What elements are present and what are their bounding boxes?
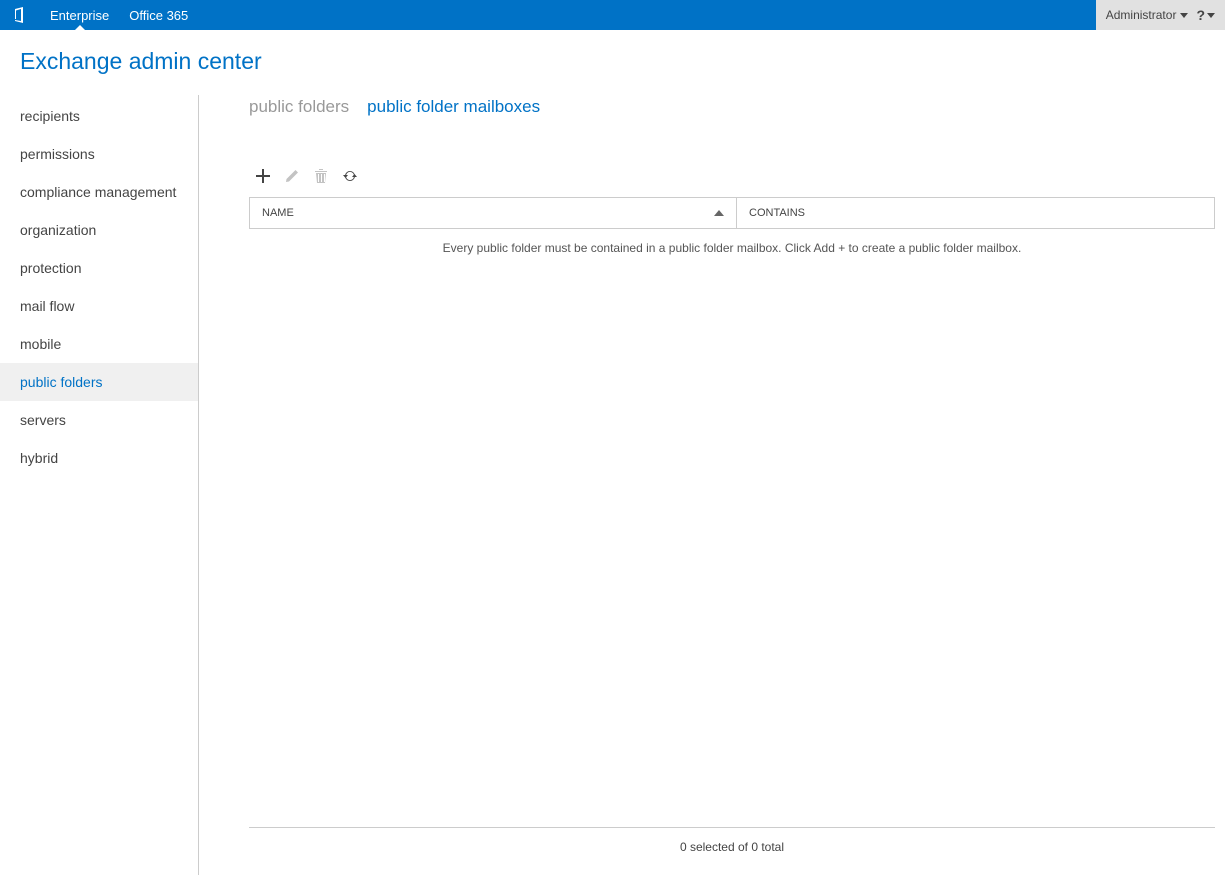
column-header-contains[interactable]: CONTAINS: [737, 198, 1214, 228]
trash-icon: [314, 168, 328, 184]
sidebar-item-label: recipients: [20, 108, 80, 124]
add-button[interactable]: [254, 167, 272, 185]
delete-button[interactable]: [312, 167, 330, 185]
sidebar-item-mobile[interactable]: mobile: [0, 325, 198, 363]
admin-label: Administrator: [1106, 8, 1177, 22]
topbar-tab-label: Office 365: [129, 8, 188, 23]
tab-label: public folders: [249, 97, 349, 116]
sidebar-item-label: mail flow: [20, 298, 74, 314]
status-bar: 0 selected of 0 total: [249, 828, 1215, 866]
sidebar-item-label: protection: [20, 260, 81, 276]
sidebar-item-label: permissions: [20, 146, 95, 162]
sidebar-item-label: public folders: [20, 374, 103, 390]
sidebar-item-mailflow[interactable]: mail flow: [0, 287, 198, 325]
sidebar-item-label: organization: [20, 222, 96, 238]
refresh-button[interactable]: [341, 167, 359, 185]
main-container: recipients permissions compliance manage…: [0, 85, 1225, 875]
topbar-tab-label: Enterprise: [50, 8, 109, 23]
sidebar-item-compliance[interactable]: compliance management: [0, 173, 198, 211]
topbar: Enterprise Office 365 Administrator ?: [0, 0, 1225, 30]
table-header: NAME CONTAINS: [250, 198, 1214, 228]
content: public folders public folder mailboxes N…: [199, 85, 1225, 875]
sidebar-item-permissions[interactable]: permissions: [0, 135, 198, 173]
topbar-left: Enterprise Office 365: [0, 0, 198, 30]
tab-public-folders[interactable]: public folders: [249, 97, 349, 117]
sidebar-item-organization[interactable]: organization: [0, 211, 198, 249]
toolbar: [254, 167, 1215, 185]
topbar-right: Administrator ?: [1096, 0, 1225, 30]
empty-state-message: Every public folder must be contained in…: [249, 229, 1215, 267]
sidebar: recipients permissions compliance manage…: [0, 85, 198, 875]
tab-public-folder-mailboxes[interactable]: public folder mailboxes: [367, 97, 540, 117]
table: NAME CONTAINS: [249, 197, 1215, 229]
app-title: Exchange admin center: [0, 30, 1225, 85]
help-dropdown[interactable]: ?: [1196, 7, 1215, 23]
topbar-tab-office365[interactable]: Office 365: [119, 0, 198, 30]
pencil-icon: [284, 168, 300, 184]
help-icon: ?: [1196, 7, 1205, 23]
sidebar-item-label: compliance management: [20, 184, 176, 200]
plus-icon: [255, 168, 271, 184]
sort-ascending-icon: [714, 210, 724, 216]
sidebar-item-label: servers: [20, 412, 66, 428]
topbar-tab-enterprise[interactable]: Enterprise: [40, 0, 119, 30]
column-label: CONTAINS: [749, 207, 805, 219]
caret-down-icon: [1207, 13, 1215, 18]
sidebar-item-recipients[interactable]: recipients: [0, 97, 198, 135]
sidebar-item-protection[interactable]: protection: [0, 249, 198, 287]
caret-down-icon: [1180, 13, 1188, 18]
sidebar-item-servers[interactable]: servers: [0, 401, 198, 439]
sidebar-item-label: mobile: [20, 336, 61, 352]
sidebar-item-publicfolders[interactable]: public folders: [0, 363, 198, 401]
refresh-icon: [342, 168, 358, 184]
office-logo-icon[interactable]: [10, 5, 30, 25]
edit-button[interactable]: [283, 167, 301, 185]
sidebar-item-label: hybrid: [20, 450, 58, 466]
tab-label: public folder mailboxes: [367, 97, 540, 116]
sidebar-item-hybrid[interactable]: hybrid: [0, 439, 198, 477]
content-tabs: public folders public folder mailboxes: [249, 97, 1215, 117]
column-label: NAME: [262, 207, 294, 219]
admin-dropdown[interactable]: Administrator: [1106, 8, 1189, 22]
column-header-name[interactable]: NAME: [250, 198, 737, 228]
